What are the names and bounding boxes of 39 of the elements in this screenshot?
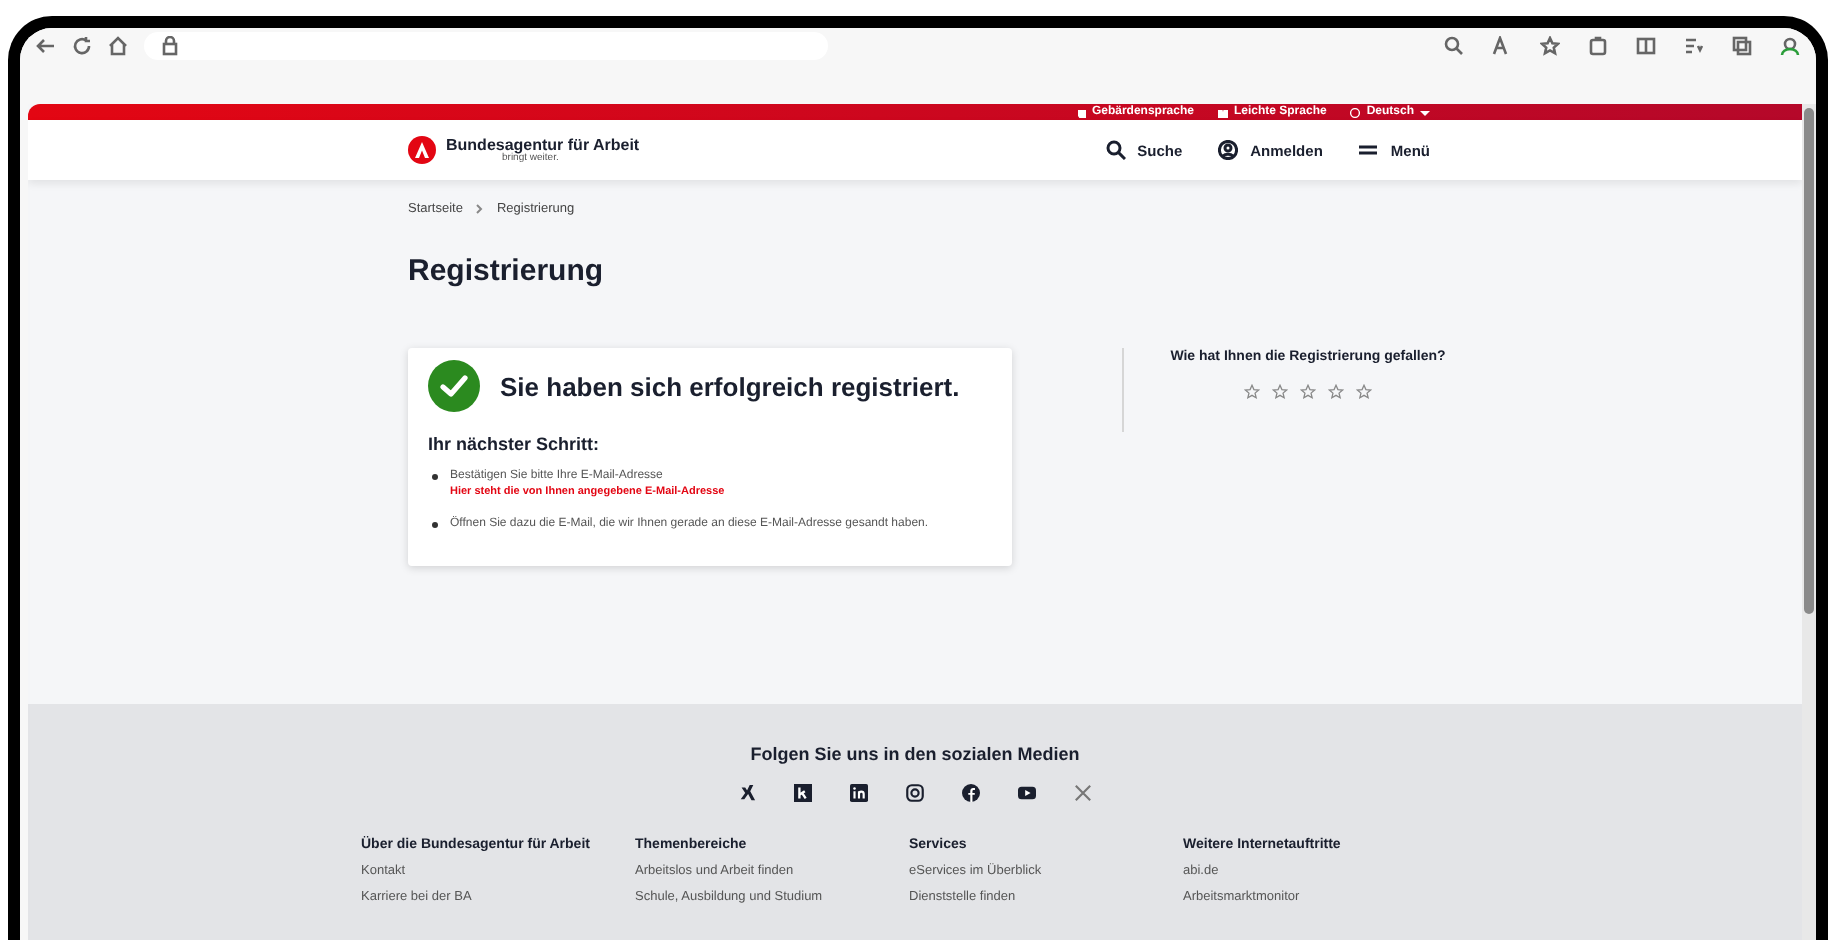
extensions-icon[interactable]	[1588, 36, 1608, 56]
split-screen-icon[interactable]	[1636, 36, 1656, 56]
favorite-star-icon[interactable]	[1540, 36, 1560, 56]
social-heading: Folgen Sie uns in den sozialen Medien	[750, 744, 1080, 764]
back-icon[interactable]	[36, 36, 56, 56]
play-icon[interactable]	[1018, 784, 1036, 802]
star-icon[interactable]	[1356, 384, 1372, 400]
x-letter-icon[interactable]	[1074, 784, 1092, 802]
logo-title: Bundesagentur für Arbeit	[446, 137, 640, 153]
favorites-list-icon[interactable]	[1684, 36, 1704, 56]
letter-k-icon[interactable]	[794, 784, 812, 802]
bullet-icon	[432, 522, 438, 528]
letter-f-icon[interactable]	[962, 784, 980, 802]
letters-in-icon[interactable]	[850, 784, 868, 802]
refresh-icon[interactable]	[72, 36, 92, 56]
user-icon	[1218, 140, 1239, 160]
bullet-icon	[432, 474, 438, 480]
profile-icon[interactable]	[1780, 36, 1800, 56]
star-icon[interactable]	[1300, 384, 1316, 400]
menu-icon	[1358, 140, 1379, 160]
page-title: Registrierung	[408, 254, 606, 288]
collections-icon[interactable]	[1732, 36, 1752, 56]
search-icon	[1105, 140, 1126, 160]
scrollbar[interactable]	[1802, 104, 1816, 940]
star-icon[interactable]	[1244, 384, 1260, 400]
success-heading: Sie haben sich erfolgreich registriert.	[500, 371, 960, 401]
star-icon[interactable]	[1328, 384, 1344, 400]
next-step-heading: Ihr nächster Schritt:	[428, 434, 602, 454]
home-icon[interactable]	[108, 36, 128, 56]
checkmark-icon	[428, 360, 480, 412]
logo-icon[interactable]	[408, 136, 436, 164]
x-mark-icon[interactable]	[738, 784, 756, 802]
chevron-icon	[474, 204, 485, 214]
zoom-icon[interactable]	[1444, 36, 1464, 56]
camera-icon[interactable]	[906, 784, 924, 802]
read-aloud-icon[interactable]	[1492, 36, 1512, 56]
star-icon[interactable]	[1272, 384, 1288, 400]
scrollbar-thumb[interactable]	[1804, 108, 1814, 615]
lock-icon	[160, 36, 180, 56]
